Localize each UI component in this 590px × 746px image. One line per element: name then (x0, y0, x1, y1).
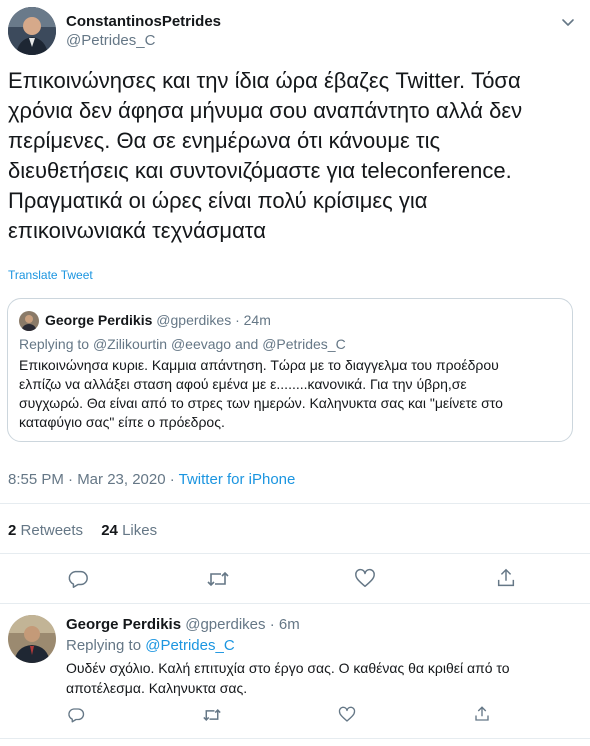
divider (0, 553, 590, 554)
retweets-label: Retweets (20, 522, 84, 539)
likes-label: Likes (122, 522, 158, 539)
reply-author-name[interactable]: George Perdikis (66, 616, 181, 633)
retweet-icon[interactable] (202, 706, 222, 724)
reply-author-avatar[interactable] (8, 615, 56, 663)
chevron-down-icon[interactable] (560, 14, 576, 30)
tweet-text-line: χρόνια δεν άφησα μήνυμα σου αναπάντητο α… (8, 98, 523, 123)
reply-text-line: αποτέλεσμα. Καληνυκτα σας. (66, 680, 248, 696)
reply-replying-line: Replying to @Petrides_C (66, 637, 235, 654)
quoted-replying-to: @Zilikourtin @eevago and @Petrides_C (92, 336, 346, 352)
reply-text-line: Ουδέν σχόλιο. Καλή επιτυχία στο έργο σας… (66, 660, 510, 676)
reply-time[interactable]: · 6m (270, 616, 300, 633)
divider (0, 603, 590, 604)
heart-icon[interactable] (338, 706, 356, 724)
reply-icon[interactable] (67, 706, 85, 724)
likes-count: 24 (101, 522, 118, 539)
retweets-count: 2 (8, 522, 17, 539)
reply-author-line: George Perdikis @gperdikes · 6m (66, 616, 300, 633)
share-icon[interactable] (495, 567, 517, 589)
retweets-stat[interactable]: 2 Retweets (8, 522, 87, 539)
tweet-stats: 2 Retweets 24 Likes (8, 522, 157, 539)
quoted-replying-prefix: Replying to (19, 336, 93, 352)
author-name[interactable]: ConstantinosPetrides (66, 13, 221, 30)
reply-replying-to[interactable]: @Petrides_C (145, 637, 234, 654)
heart-icon[interactable] (354, 568, 376, 590)
translate-tweet-link[interactable]: Translate Tweet (8, 268, 93, 282)
retweet-icon[interactable] (206, 568, 230, 590)
tweet-timestamp-line: 8:55 PM · Mar 23, 2020 · Twitter for iPh… (8, 471, 295, 488)
quoted-text-line: Επικοινώνησα κυριε. Καμμια απάντηση. Τώρ… (19, 357, 499, 373)
quoted-time: · 24m (235, 312, 271, 328)
divider (0, 503, 590, 504)
reply-replying-prefix: Replying to (66, 637, 146, 654)
quoted-replying-line: Replying to @Zilikourtin @eevago and @Pe… (19, 336, 346, 352)
tweet-text: Επικοινώνησες και την ίδια ώρα έβαζες Tw… (8, 66, 586, 246)
tweet-text-line: Πραγματικά οι ώρες είναι πολύ κρίσιμες γ… (8, 188, 428, 213)
quoted-author-avatar (19, 311, 39, 331)
tweet-text-line: διευθετήσεις και συντονιζόμαστε για tele… (8, 158, 512, 183)
tweet-text-line: Επικοινώνησες και την ίδια ώρα έβαζες Tw… (8, 68, 521, 93)
tweet-source[interactable]: Twitter for iPhone (179, 471, 296, 488)
tweet-text-line: περίμενες. Θα σε ενημέρωνα ότι κάνουμε τ… (8, 128, 441, 153)
author-handle[interactable]: @Petrides_C (66, 32, 155, 49)
reply-text: Ουδέν σχόλιο. Καλή επιτυχία στο έργο σας… (66, 658, 510, 698)
quoted-author-line: George Perdikis @gperdikes · 24m (45, 312, 271, 328)
share-icon[interactable] (473, 705, 491, 723)
quoted-text-line: συγχωρώ. Θα είναι από το στρες των ημερώ… (19, 395, 503, 411)
author-avatar[interactable] (8, 7, 56, 55)
quoted-text-line: καταφύγιο σας" είπε ο πρόεδρος. (19, 414, 225, 430)
tweet-text-line: επικοινωνιακά τεχνάσματα (8, 218, 266, 243)
likes-stat[interactable]: 24 Likes (101, 522, 157, 539)
quoted-author-name: George Perdikis (45, 312, 153, 328)
tweet-timestamp[interactable]: 8:55 PM · Mar 23, 2020 · (8, 471, 179, 488)
reply-icon[interactable] (67, 568, 89, 590)
divider (0, 738, 590, 739)
reply-author-handle[interactable]: @gperdikes (185, 616, 265, 633)
quoted-author-handle: @gperdikes (156, 312, 232, 328)
quoted-text: Επικοινώνησα κυριε. Καμμια απάντηση. Τώρ… (19, 356, 503, 432)
quoted-text-line: ελπίζω να αλλάξει σταση αφού εμένα με ε.… (19, 376, 467, 392)
